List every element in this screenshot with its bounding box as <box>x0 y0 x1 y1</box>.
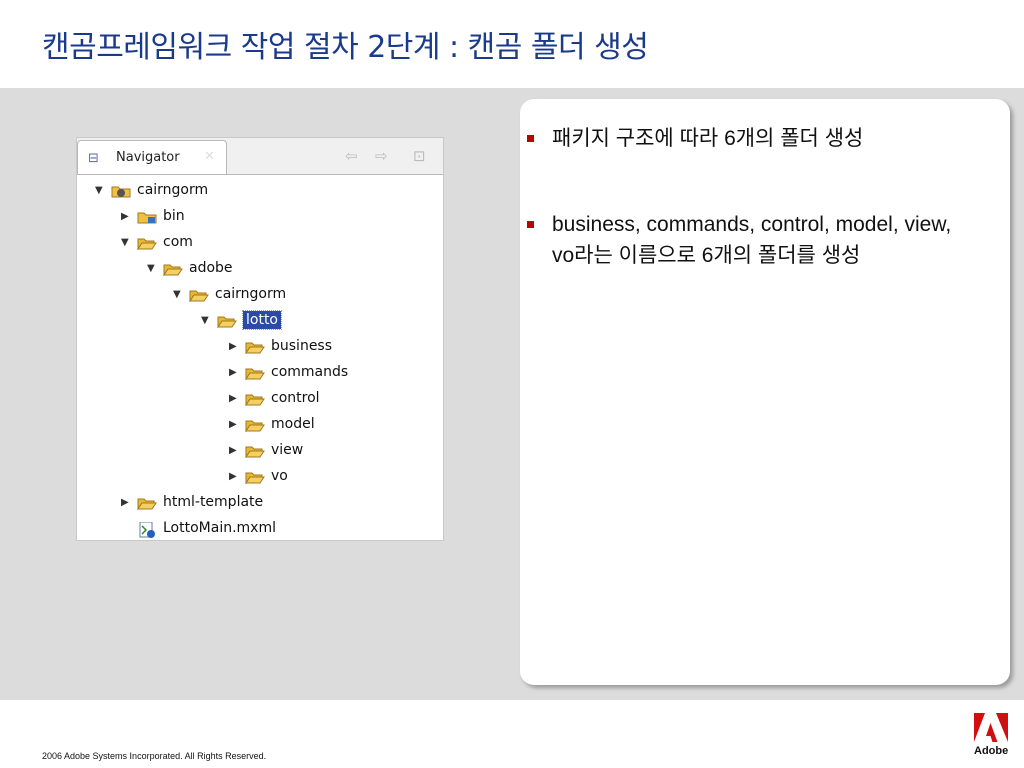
tree-label-selected: lotto <box>242 310 282 330</box>
tree-row-model[interactable]: ▶ model <box>229 416 315 438</box>
flex-project-icon <box>111 184 131 197</box>
expand-toggle-icon[interactable]: ▼ <box>147 263 163 274</box>
tree-row-view[interactable]: ▶ view <box>229 442 303 464</box>
navigator-panel: ⊟ Navigator ✕ ⇦ ⇨ ⊡ ▼ cairngorm ▶ bin ▼ com… <box>76 137 444 541</box>
folder-open-icon <box>163 262 183 276</box>
navigator-tabbar: ⊟ Navigator ✕ ⇦ ⇨ ⊡ <box>77 138 443 175</box>
bullet-text: business, commands, control, model, view… <box>552 213 952 267</box>
up-folder-icon[interactable]: ⊡ <box>413 147 426 165</box>
expand-toggle-icon[interactable]: ▼ <box>201 315 217 326</box>
folder-open-icon <box>245 418 265 432</box>
tree-label: commands <box>271 364 349 380</box>
tree-label: com <box>163 234 193 250</box>
collapse-toggle-icon[interactable]: ▶ <box>229 471 245 482</box>
close-icon[interactable]: ✕ <box>204 149 215 164</box>
bullet-marker-icon <box>527 221 534 228</box>
collapse-toggle-icon[interactable]: ▶ <box>229 393 245 404</box>
tree-row-cairngorm-project[interactable]: ▼ cairngorm <box>95 182 208 204</box>
expand-toggle-icon[interactable]: ▼ <box>173 289 189 300</box>
tree-label: adobe <box>189 260 233 276</box>
folder-open-icon <box>245 340 265 354</box>
back-arrow-icon[interactable]: ⇦ <box>345 147 358 165</box>
tab-navigator[interactable]: ⊟ Navigator ✕ <box>77 140 227 174</box>
folder-open-icon <box>189 288 209 302</box>
collapse-toggle-icon[interactable]: ▶ <box>121 211 137 222</box>
folder-open-icon <box>137 496 157 510</box>
collapse-toggle-icon[interactable]: ▶ <box>229 445 245 456</box>
notes-box: 패키지 구조에 따라 6개의 폴더 생성 business, commands,… <box>520 99 1010 685</box>
mxml-file-icon <box>137 521 157 538</box>
bullet-item: business, commands, control, model, view… <box>527 209 952 271</box>
folder-open-icon <box>245 470 265 484</box>
copyright-text: 2006 Adobe Systems Incorporated. All Rig… <box>42 751 267 761</box>
tree-label: vo <box>271 468 288 484</box>
tree-label: cairngorm <box>137 182 209 198</box>
bullet-item: 패키지 구조에 따라 6개의 폴더 생성 <box>527 123 952 154</box>
expand-toggle-icon[interactable]: ▼ <box>95 185 111 196</box>
tree-row-adobe[interactable]: ▼ adobe <box>147 260 233 282</box>
tree-row-commands[interactable]: ▶ commands <box>229 364 348 386</box>
tree-row-lottomain-mxml[interactable]: LottoMain.mxml <box>137 520 276 540</box>
folder-open-icon <box>137 236 157 250</box>
tree-label: cairngorm <box>215 286 287 302</box>
folder-open-icon <box>245 366 265 380</box>
tree-row-lotto[interactable]: ▼ lotto <box>201 310 282 334</box>
tree-row-cairngorm[interactable]: ▼ cairngorm <box>173 286 286 308</box>
tree-row-com[interactable]: ▼ com <box>121 234 193 256</box>
expand-toggle-icon[interactable]: ▼ <box>121 237 137 248</box>
tree-label: model <box>271 416 315 432</box>
tree-row-html-template[interactable]: ▶ html-template <box>121 494 263 516</box>
tree-label: control <box>271 390 320 406</box>
tree-row-control[interactable]: ▶ control <box>229 390 320 412</box>
tree-row-business[interactable]: ▶ business <box>229 338 332 360</box>
bin-folder-icon <box>137 210 157 223</box>
adobe-logo-text: Adobe <box>974 745 1009 757</box>
collapse-toggle-icon[interactable]: ▶ <box>229 367 245 378</box>
tree-label: view <box>271 442 304 458</box>
navigator-icon: ⊟ <box>88 151 99 166</box>
tree-label: business <box>271 338 333 354</box>
tree-label: bin <box>163 208 185 224</box>
folder-open-icon <box>217 314 237 328</box>
collapse-toggle-icon[interactable]: ▶ <box>121 497 137 508</box>
tab-navigator-label: Navigator <box>116 150 180 165</box>
tree-row-bin[interactable]: ▶ bin <box>121 208 185 230</box>
collapse-toggle-icon[interactable]: ▶ <box>229 341 245 352</box>
bullet-text: 패키지 구조에 따라 6개의 폴더 생성 <box>552 127 864 150</box>
tree-label: LottoMain.mxml <box>163 520 276 536</box>
bullet-marker-icon <box>527 135 534 142</box>
tree-label: html-template <box>163 494 264 510</box>
slide-title: 캔곰프레임워크 작업 절차 2단계 : 캔곰 폴더 생성 <box>42 30 649 65</box>
collapse-toggle-icon[interactable]: ▶ <box>229 419 245 430</box>
forward-arrow-icon[interactable]: ⇨ <box>375 147 388 165</box>
tree-row-vo[interactable]: ▶ vo <box>229 468 288 490</box>
folder-open-icon <box>245 444 265 458</box>
folder-open-icon <box>245 392 265 406</box>
